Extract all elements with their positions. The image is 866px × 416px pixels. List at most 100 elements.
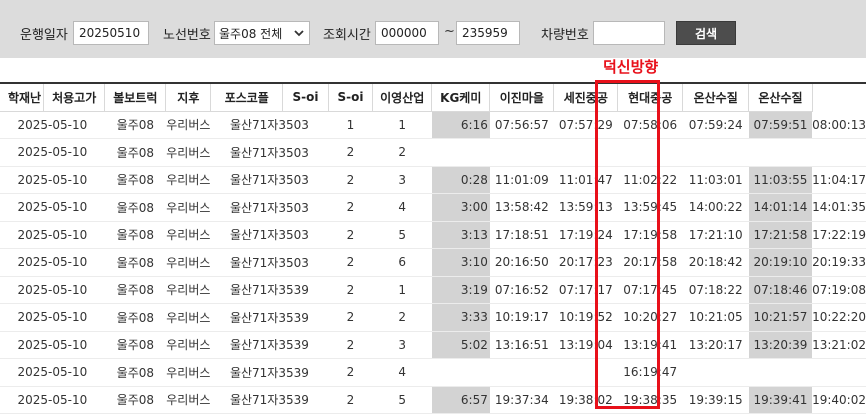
time-cell: 3:10 bbox=[431, 248, 490, 277]
column-header[interactable]: 현대중공 bbox=[617, 84, 684, 112]
table-row[interactable]: 2025-05-10 울주08 우리버스 울산71자3539 2 2 3:33 10:19:1… bbox=[0, 303, 866, 332]
time-cell bbox=[682, 138, 749, 167]
trip-cell: 5 bbox=[372, 386, 432, 414]
column-header[interactable]: 처용고가 bbox=[43, 84, 106, 112]
route-cell: 울주08 bbox=[104, 193, 166, 222]
column-header[interactable]: 포스코플 bbox=[210, 84, 284, 112]
vehicle-cell: 울산71자3503 bbox=[210, 166, 329, 194]
time-cell: 07:57:29 bbox=[553, 111, 618, 139]
column-header[interactable]: 세진중공 bbox=[553, 84, 619, 112]
time-cell: 20:17:58 bbox=[617, 248, 683, 277]
table-row[interactable]: 2025-05-10 울주08 우리버스 울산71자3503 2 2 bbox=[0, 138, 866, 167]
time-cell: 11:01:47 bbox=[553, 166, 618, 194]
column-header[interactable]: 지후 bbox=[165, 84, 212, 112]
company-cell: 우리버스 bbox=[165, 331, 211, 359]
table-row[interactable]: 2025-05-10 울주08 우리버스 울산71자3539 2 3 5:02 13:16:5… bbox=[0, 331, 866, 359]
vehicle-cell: 울산71자3503 bbox=[210, 111, 329, 139]
route-cell: 울주08 bbox=[104, 276, 166, 304]
table-row[interactable]: 2025-05-10 울주08 우리버스 울산71자3503 1 1 6:16 07:56:5… bbox=[0, 111, 866, 139]
time-cell: 13:20:39 bbox=[748, 331, 813, 359]
direction-cell: 2 bbox=[328, 248, 373, 277]
time-cell: 10:21:05 bbox=[682, 303, 749, 332]
column-header[interactable]: 온산수질 bbox=[748, 84, 813, 112]
time-cell: 6:16 bbox=[431, 111, 490, 139]
time-cell: 19:40:02 bbox=[812, 386, 866, 414]
date-cell: 2025-05-10 bbox=[0, 166, 105, 194]
direction-cell: 2 bbox=[328, 138, 373, 167]
vehicle-cell: 울산71자3539 bbox=[210, 303, 329, 332]
table-body: 2025-05-10 울주08 우리버스 울산71자3503 1 1 6:16 07:56:5… bbox=[0, 111, 866, 414]
route-cell: 울주08 bbox=[104, 248, 166, 277]
company-cell: 우리버스 bbox=[165, 248, 211, 277]
table-row[interactable]: 2025-05-10 울주08 우리버스 울산71자3539 2 4 16:19:47 bbox=[0, 358, 866, 387]
column-header[interactable]: S-oi bbox=[328, 84, 374, 112]
column-header[interactable]: 이영산업 bbox=[372, 84, 433, 112]
company-cell: 우리버스 bbox=[165, 276, 211, 304]
table-row[interactable]: 2025-05-10 울주08 우리버스 울산71자3503 2 4 3:00 13:58:4… bbox=[0, 193, 866, 222]
time-cell: 3:00 bbox=[431, 193, 490, 222]
date-input[interactable] bbox=[73, 21, 149, 45]
time-cell bbox=[489, 138, 554, 167]
time-cell: 13:58:42 bbox=[489, 193, 554, 222]
column-header[interactable]: 볼보트럭 bbox=[104, 84, 167, 112]
company-cell: 우리버스 bbox=[165, 111, 211, 139]
date-cell: 2025-05-10 bbox=[0, 193, 105, 222]
time-cell: 10:21:57 bbox=[748, 303, 813, 332]
table-row[interactable]: 2025-05-10 울주08 우리버스 울산71자3503 2 3 0:28 11:01:0… bbox=[0, 166, 866, 194]
time-cell: 08:00:13 bbox=[812, 111, 866, 139]
column-header[interactable]: 학재난 bbox=[0, 84, 45, 112]
time-cell: 07:19:08 bbox=[812, 276, 866, 304]
vehicle-cell: 울산71자3539 bbox=[210, 386, 329, 414]
time-cell: 07:58:06 bbox=[617, 111, 683, 139]
time-cell: 07:18:46 bbox=[748, 276, 813, 304]
route-cell: 울주08 bbox=[104, 303, 166, 332]
time-cell: 16:19:47 bbox=[617, 358, 683, 387]
time-cell: 10:19:52 bbox=[553, 303, 618, 332]
column-header[interactable]: KG케미 bbox=[431, 84, 491, 112]
table-row[interactable]: 2025-05-10 울주08 우리버스 울산71자3503 2 5 3:13 17:18:5… bbox=[0, 221, 866, 249]
time-cell: 20:19:10 bbox=[748, 248, 813, 277]
date-cell: 2025-05-10 bbox=[0, 358, 105, 387]
time-cell: 19:38:35 bbox=[617, 386, 683, 414]
direction-cell: 2 bbox=[328, 166, 373, 194]
time-cell bbox=[553, 138, 618, 167]
table-row[interactable]: 2025-05-10 울주08 우리버스 울산71자3539 2 5 6:57 19:37:3… bbox=[0, 386, 866, 414]
vehicle-cell: 울산71자3503 bbox=[210, 193, 329, 222]
company-cell: 우리버스 bbox=[165, 358, 211, 387]
time-cell: 11:03:01 bbox=[682, 166, 749, 194]
vehicle-input[interactable] bbox=[593, 21, 665, 45]
table-row[interactable]: 2025-05-10 울주08 우리버스 울산71자3503 2 6 3:10 20:16:5… bbox=[0, 248, 866, 277]
trip-cell: 5 bbox=[372, 221, 432, 249]
route-select[interactable]: 울주08 전체 bbox=[214, 21, 310, 45]
trip-cell: 3 bbox=[372, 331, 432, 359]
time-cell: 19:37:34 bbox=[489, 386, 554, 414]
table-row[interactable]: 2025-05-10 울주08 우리버스 울산71자3539 2 1 3:19 07:16:5… bbox=[0, 276, 866, 304]
date-label: 운행일자 bbox=[20, 28, 68, 43]
date-cell: 2025-05-10 bbox=[0, 303, 105, 332]
time-cell: 10:19:17 bbox=[489, 303, 554, 332]
time-cell: 17:19:24 bbox=[553, 221, 618, 249]
company-cell: 우리버스 bbox=[165, 166, 211, 194]
time-from-input[interactable] bbox=[375, 21, 439, 45]
route-cell: 울주08 bbox=[104, 221, 166, 249]
time-cell: 19:39:15 bbox=[682, 386, 749, 414]
time-cell: 13:20:17 bbox=[682, 331, 749, 359]
direction-cell: 2 bbox=[328, 276, 373, 304]
time-cell: 17:22:19 bbox=[812, 221, 866, 249]
table-header-row: 학재난 처용고가 볼보트럭 지후 포스코플 S-oi S-oi 이영산업 KG케미 이진마을 세진중… bbox=[0, 84, 866, 112]
search-button[interactable]: 검색 bbox=[676, 21, 736, 45]
column-header[interactable]: 온산수질 bbox=[682, 84, 750, 112]
time-cell bbox=[812, 358, 866, 387]
time-cell: 11:02:22 bbox=[617, 166, 683, 194]
time-cell: 11:01:09 bbox=[489, 166, 554, 194]
arrival-table-container[interactable]: 학재난 처용고가 볼보트럭 지후 포스코플 S-oi S-oi 이영산업 KG케미 이진마을 세진중… bbox=[0, 82, 866, 416]
direction-cell: 2 bbox=[328, 358, 373, 387]
column-header[interactable]: 이진마을 bbox=[489, 84, 555, 112]
time-cell bbox=[682, 358, 749, 387]
time-cell: 13:19:04 bbox=[553, 331, 618, 359]
company-cell: 우리버스 bbox=[165, 386, 211, 414]
time-to-input[interactable] bbox=[456, 21, 520, 45]
company-cell: 우리버스 bbox=[165, 221, 211, 249]
time-cell: 17:19:58 bbox=[617, 221, 683, 249]
column-header[interactable]: S-oi bbox=[282, 84, 329, 112]
